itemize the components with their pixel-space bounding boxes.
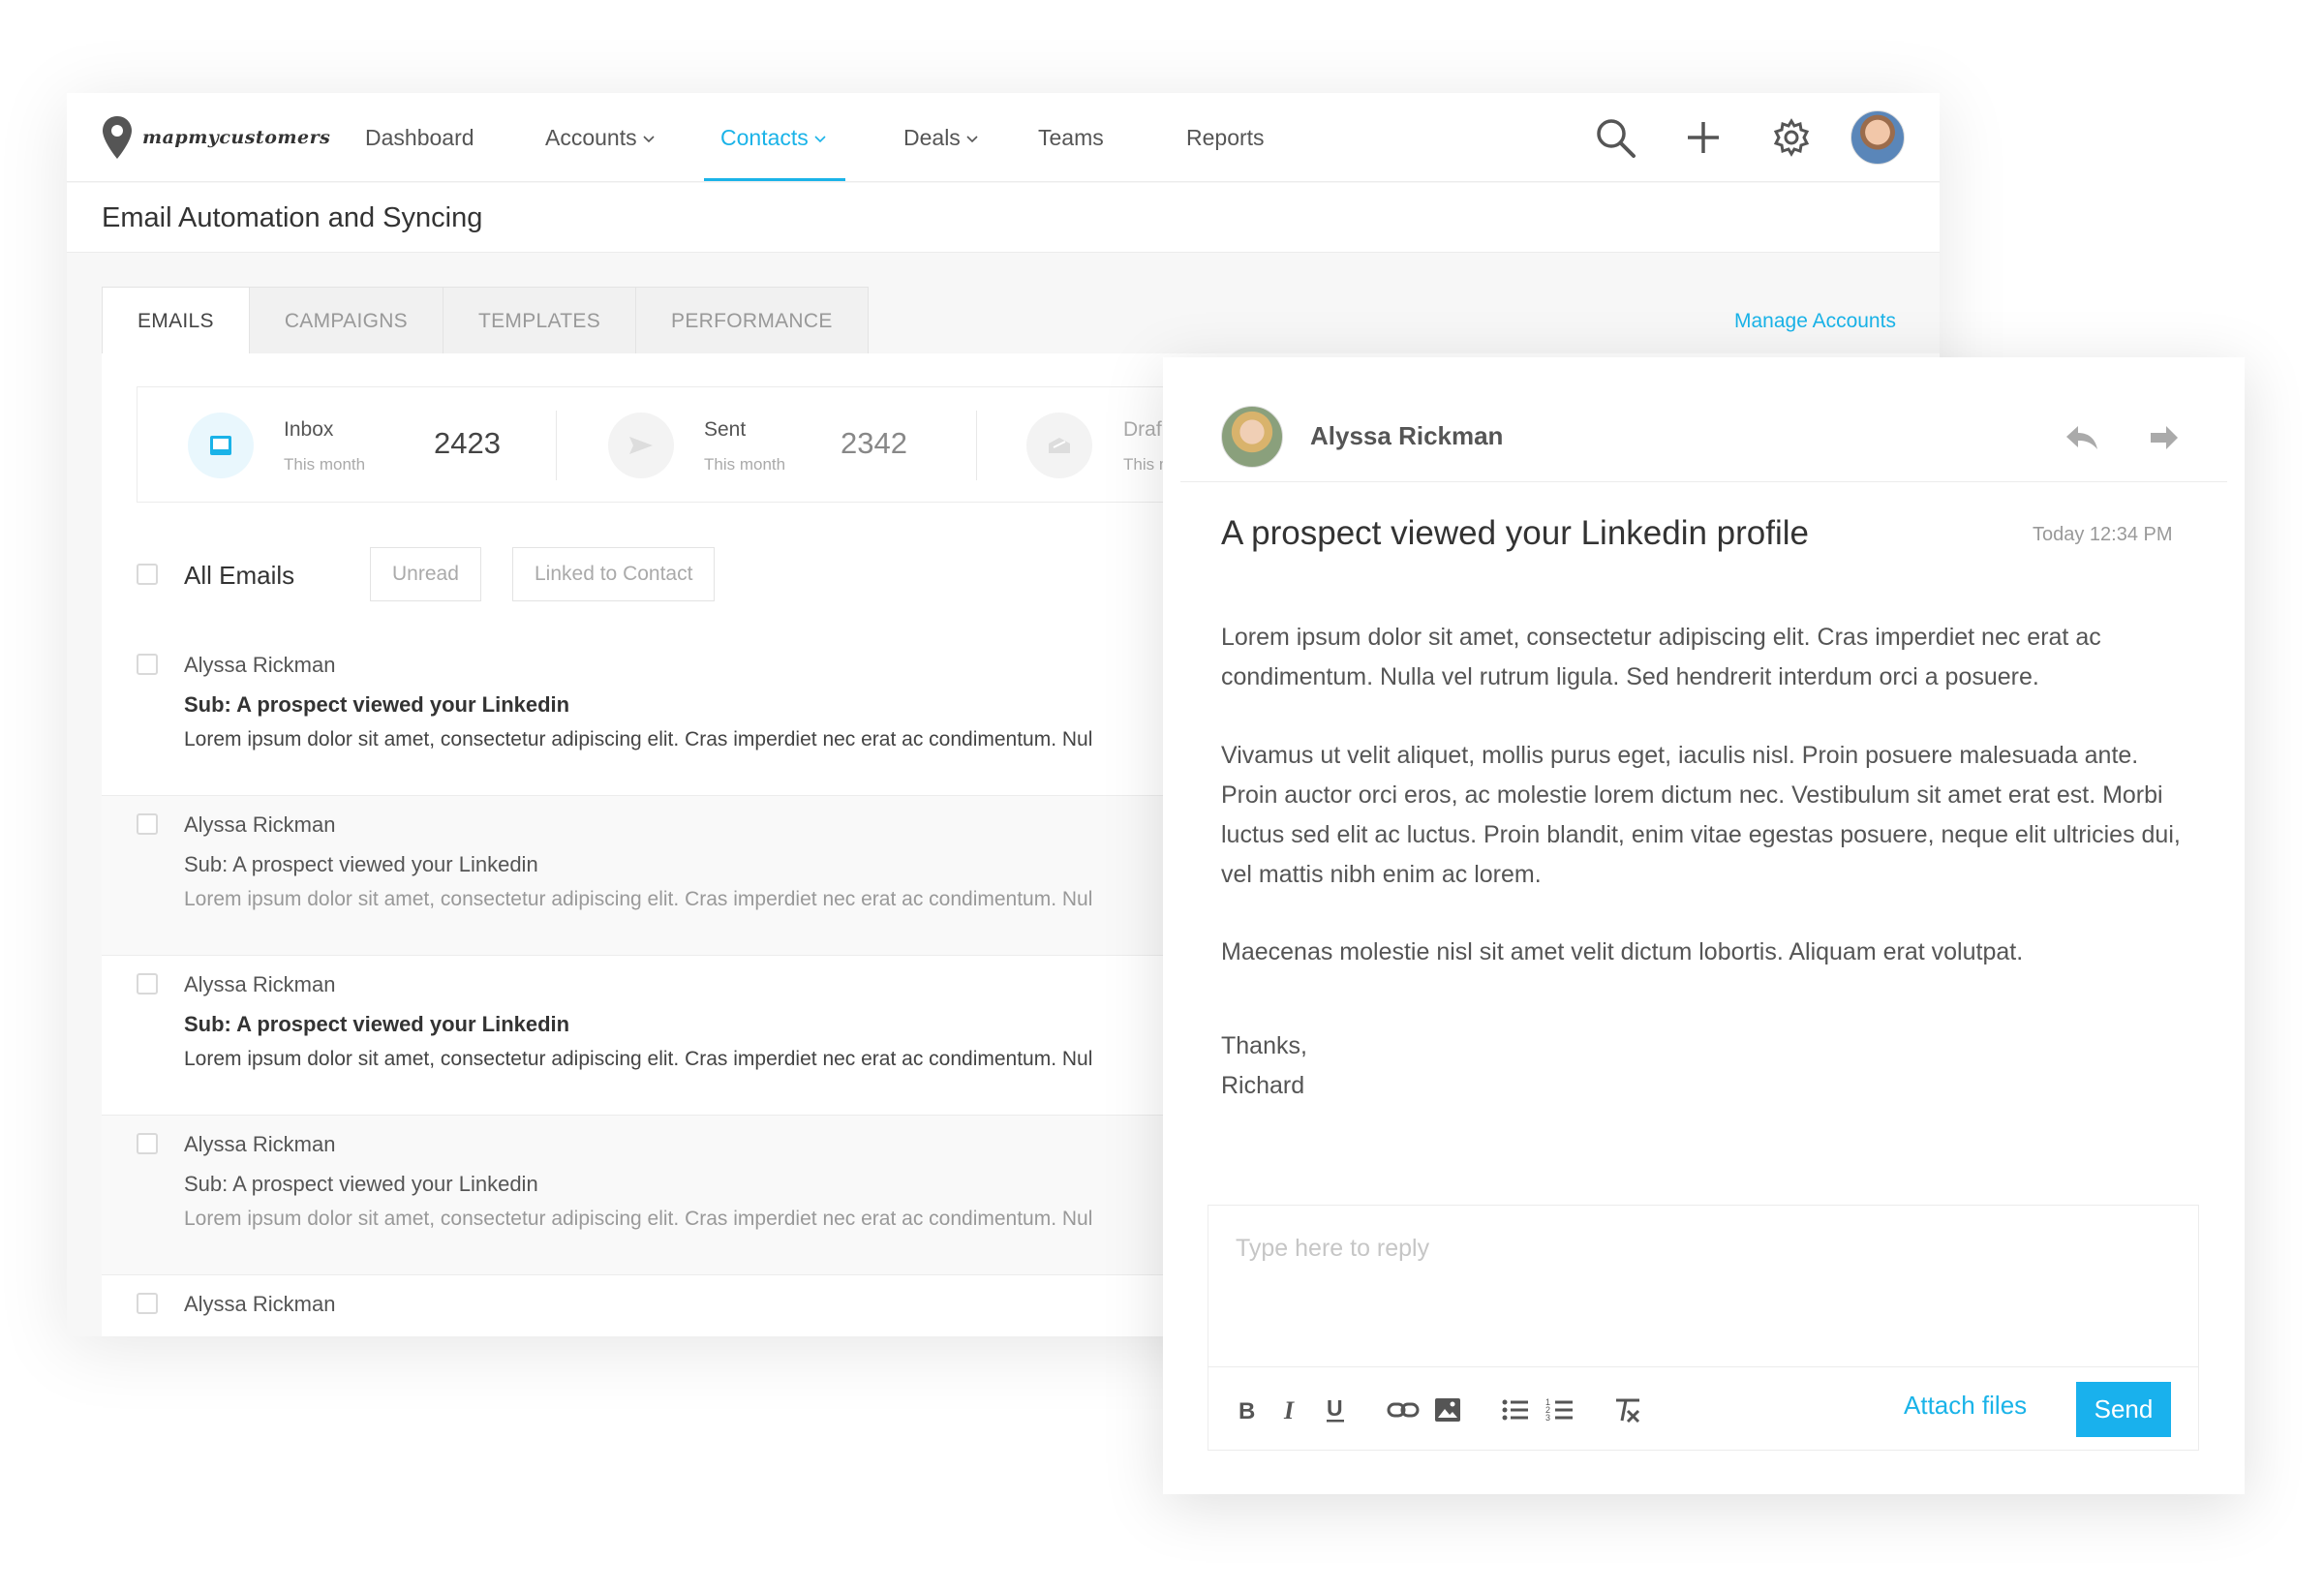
row-checkbox[interactable]	[137, 1293, 158, 1314]
filter-linked-button[interactable]: Linked to Contact	[512, 547, 716, 601]
nav-label: Teams	[1038, 125, 1104, 150]
email-subject: Sub: A prospect viewed your Linkedin	[184, 1012, 570, 1036]
reply-input[interactable]	[1208, 1206, 2198, 1365]
all-emails-label: All Emails	[184, 561, 295, 590]
plus-icon[interactable]	[1678, 112, 1728, 163]
email-preview: Lorem ipsum dolor sit amet, consectetur …	[184, 728, 1093, 750]
clear-formatting-icon[interactable]	[1609, 1391, 1646, 1429]
email-subject-heading: A prospect viewed your Linkedin profile	[1221, 514, 1810, 552]
nav-dashboard[interactable]: Dashboard	[365, 93, 474, 182]
email-body-paragraph: Vivamus ut velit aliquet, mollis purus e…	[1221, 742, 2181, 888]
attach-files-link[interactable]: Attach files	[1904, 1391, 2027, 1421]
email-preview: Lorem ipsum dolor sit amet, consectetur …	[184, 888, 1093, 910]
divider	[1180, 481, 2227, 482]
stat-label: Draf	[1123, 418, 1162, 441]
image-icon[interactable]	[1429, 1391, 1466, 1429]
link-icon[interactable]	[1385, 1391, 1422, 1429]
italic-icon[interactable]: I	[1272, 1391, 1309, 1429]
email-sender: Alyssa Rickman	[184, 972, 336, 996]
reply-composer: B I U 123 Attach files	[1208, 1205, 2199, 1451]
email-sender: Alyssa Rickman	[184, 1292, 336, 1316]
chevron-down-icon	[966, 136, 978, 143]
bold-icon[interactable]: B	[1228, 1391, 1265, 1429]
gear-icon[interactable]	[1766, 112, 1817, 163]
svg-text:I: I	[1283, 1398, 1295, 1422]
tab-campaigns[interactable]: CAMPAIGNS	[249, 287, 443, 354]
svg-text:3: 3	[1545, 1413, 1550, 1423]
nav-accounts[interactable]: Accounts	[545, 93, 655, 182]
divider	[556, 411, 557, 480]
top-navigation: mapmycustomers Dashboard Accounts Contac…	[67, 93, 1940, 182]
manage-accounts-link[interactable]: Manage Accounts	[1734, 310, 1896, 333]
tab-bar: EMAILS CAMPAIGNS TEMPLATES PERFORMANCE	[102, 287, 869, 354]
sender-name: Alyssa Rickman	[1310, 421, 1504, 450]
nav-contacts[interactable]: Contacts	[720, 93, 826, 182]
active-nav-indicator	[704, 178, 845, 181]
svg-text:B: B	[1238, 1398, 1255, 1422]
bullet-list-icon[interactable]	[1497, 1391, 1534, 1429]
filter-unread-button[interactable]: Unread	[370, 547, 481, 601]
forward-icon[interactable]	[2142, 415, 2186, 460]
sender-avatar	[1221, 406, 1283, 468]
row-checkbox[interactable]	[137, 1133, 158, 1154]
draft-icon	[1026, 413, 1092, 478]
select-all-checkbox[interactable]	[137, 564, 158, 585]
email-subject: Sub: A prospect viewed your Linkedin	[184, 692, 570, 717]
map-pin-icon	[103, 116, 132, 159]
stat-label: Inbox	[284, 418, 334, 441]
reply-icon[interactable]	[2060, 415, 2104, 460]
email-sender: Alyssa Rickman	[184, 812, 336, 837]
row-checkbox[interactable]	[137, 654, 158, 675]
nav-deals[interactable]: Deals	[903, 93, 978, 182]
inbox-icon	[188, 413, 254, 478]
email-timestamp: Today 12:34 PM	[2033, 524, 2173, 545]
send-button[interactable]: Send	[2076, 1382, 2171, 1437]
logo[interactable]: mapmycustomers	[100, 114, 330, 161]
email-body-paragraph: Lorem ipsum dolor sit amet, consectetur …	[1221, 624, 2101, 690]
row-checkbox[interactable]	[137, 813, 158, 835]
stat-sublabel: This month	[284, 455, 366, 474]
email-preview: Lorem ipsum dolor sit amet, consectetur …	[184, 1208, 1093, 1230]
divider	[976, 411, 977, 480]
email-subject: Sub: A prospect viewed your Linkedin	[184, 852, 538, 876]
email-signoff: Thanks,	[1221, 1032, 1307, 1059]
email-sender: Alyssa Rickman	[184, 653, 336, 677]
email-preview: Lorem ipsum dolor sit amet, consectetur …	[184, 1048, 1093, 1070]
nav-label: Accounts	[545, 125, 637, 150]
chevron-down-icon	[814, 136, 826, 143]
email-subject: Sub: A prospect viewed your Linkedin	[184, 1172, 538, 1196]
email-sender: Alyssa Rickman	[184, 1132, 336, 1156]
nav-reports[interactable]: Reports	[1186, 93, 1265, 182]
stat-sublabel: This month	[704, 455, 786, 474]
nav-label: Dashboard	[365, 125, 474, 150]
user-avatar[interactable]	[1850, 110, 1905, 165]
tab-templates[interactable]: TEMPLATES	[443, 287, 637, 354]
tab-emails[interactable]: EMAILS	[102, 287, 250, 354]
underline-icon[interactable]: U	[1317, 1391, 1354, 1429]
page-title: Email Automation and Syncing	[102, 202, 483, 233]
stat-value: 2342	[841, 426, 907, 460]
logo-text: mapmycustomers	[142, 127, 331, 148]
stat-label: Sent	[704, 418, 747, 441]
numbered-list-icon[interactable]: 123	[1542, 1391, 1578, 1429]
search-icon[interactable]	[1590, 112, 1640, 163]
nav-teams[interactable]: Teams	[1038, 93, 1104, 182]
stat-inbox[interactable]: Inbox This month 2423	[138, 387, 554, 502]
stat-sent[interactable]: Sent This month 2342	[558, 387, 974, 502]
email-reading-pane: Alyssa Rickman A prospect viewed your Li…	[1163, 357, 2245, 1494]
send-icon	[608, 413, 674, 478]
chevron-down-icon	[643, 136, 655, 143]
svg-text:U: U	[1327, 1396, 1343, 1421]
nav-label: Contacts	[720, 125, 809, 150]
email-body-paragraph: Maecenas molestie nisl sit amet velit di…	[1221, 938, 2024, 965]
page-header: Email Automation and Syncing	[67, 183, 1940, 253]
nav-label: Deals	[903, 125, 961, 150]
nav-label: Reports	[1186, 125, 1265, 150]
stat-value: 2423	[434, 426, 501, 460]
formatting-toolbar: B I U 123 Attach files Send	[1208, 1366, 2198, 1452]
row-checkbox[interactable]	[137, 973, 158, 995]
tab-performance[interactable]: PERFORMANCE	[636, 287, 869, 354]
email-signature: Richard	[1221, 1072, 1305, 1099]
